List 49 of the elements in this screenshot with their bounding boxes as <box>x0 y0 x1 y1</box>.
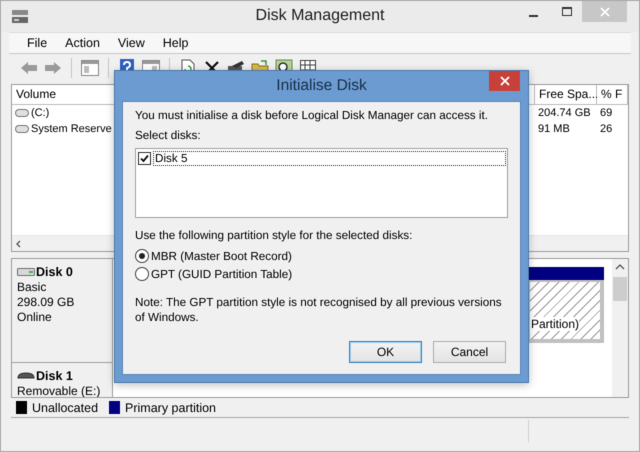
partition-style-label: Use the following partition style for the selected disks: <box>135 228 414 243</box>
close-icon <box>500 76 510 86</box>
table-cell-text: 26 <box>599 122 614 137</box>
menu-item[interactable]: Action <box>56 34 109 52</box>
disk-detail: Online <box>17 310 53 324</box>
menu-item[interactable]: Help <box>154 34 198 52</box>
select-disks-label: Select disks: <box>135 128 202 143</box>
dialog-title: Initialise Disk <box>276 77 367 95</box>
disk-management-icon <box>11 9 29 25</box>
legend-label: Unallocated <box>32 400 98 414</box>
drive-icon <box>15 125 29 133</box>
table-cell-text: 69 <box>599 106 614 121</box>
menu-item[interactable]: File <box>18 34 56 52</box>
close-button[interactable] <box>489 71 520 91</box>
radio-label[interactable]: MBR (Master Boot Record) <box>151 248 292 264</box>
disk-name: Disk 0 <box>36 265 73 279</box>
maximize-icon <box>562 6 572 16</box>
partition-block[interactable]: Partition) <box>528 267 604 343</box>
checkbox[interactable] <box>138 152 151 164</box>
legend-label: Primary partition <box>125 400 216 414</box>
table-cell-text: 204.74 GB <box>537 106 592 121</box>
scroll-up-icon[interactable] <box>615 263 625 271</box>
disk-list-item[interactable]: Disk 5 <box>153 150 506 166</box>
partition-label: Partition) <box>530 317 580 331</box>
close-icon <box>600 6 610 16</box>
minimize-icon <box>528 14 538 16</box>
menu-item[interactable]: View <box>108 34 154 52</box>
vertical-scrollbar[interactable] <box>612 259 628 397</box>
table-cell-text: 91 MB <box>537 122 571 137</box>
table-cell-text: (C:) <box>31 106 50 121</box>
dialog-message: You must initialise a disk before Logical Disk Manager can access it. <box>135 108 489 123</box>
console-tree-icon[interactable] <box>80 58 100 78</box>
disk-name: Disk 1 <box>36 369 73 383</box>
scrollbar-thumb[interactable] <box>613 277 627 301</box>
column-header[interactable]: % F <box>597 85 628 105</box>
disk-info-panel[interactable]: Disk 0 Basic 298.09 GB Online <box>12 259 113 363</box>
radio-button[interactable] <box>135 267 149 281</box>
note-text: Note: The GPT partition style is not recognised by all previous versions of Windows. <box>135 295 503 325</box>
table-cell-text: System Reserve <box>31 122 112 137</box>
drive-icon <box>15 109 29 117</box>
hard-drive-icon <box>17 266 35 278</box>
disk-detail: Basic <box>17 280 48 294</box>
radio-label[interactable]: GPT (GUID Partition Table) <box>151 266 292 282</box>
column-header[interactable]: Free Spa... <box>535 85 597 105</box>
radio-button[interactable] <box>135 249 149 263</box>
disk-detail: 298.09 GB <box>17 295 76 309</box>
dialog-button[interactable]: Cancel <box>433 341 506 363</box>
dialog-button[interactable]: OK <box>349 341 422 363</box>
window-title: Disk Management <box>256 7 384 25</box>
